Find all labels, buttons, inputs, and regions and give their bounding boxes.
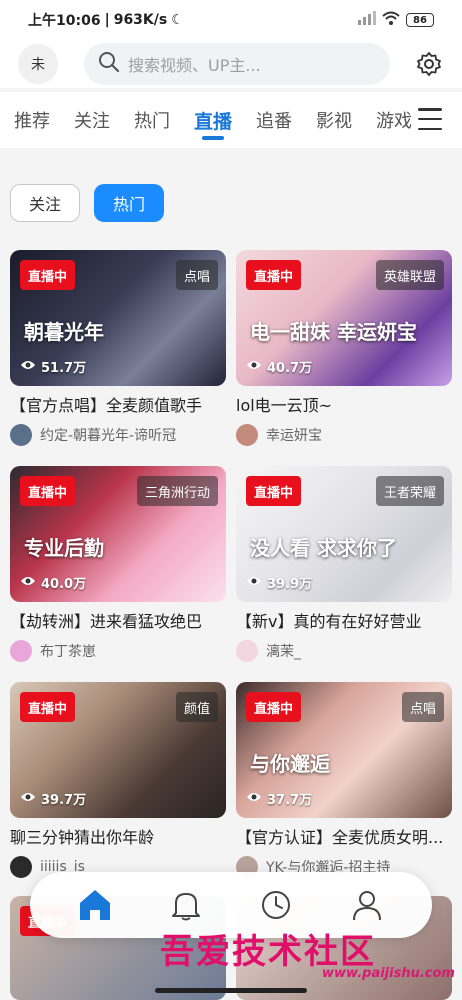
- tab-1[interactable]: 关注: [74, 92, 110, 148]
- eye-icon: [246, 575, 262, 591]
- gear-icon[interactable]: [414, 49, 444, 79]
- live-thumbnail[interactable]: 电一甜妹 幸运妍宝 直播中 英雄联盟 40.7万: [236, 250, 452, 386]
- live-card[interactable]: 与你邂逅 直播中 点唱 37.7万 【官方认证】全麦优质女明... YK-与你邂逅-招主持: [236, 682, 452, 878]
- live-thumbnail[interactable]: 直播中 颜值 39.7万: [10, 682, 226, 818]
- view-count-value: 39.7万: [41, 793, 87, 808]
- bell-icon[interactable]: [166, 885, 206, 925]
- user-icon[interactable]: [347, 885, 387, 925]
- card-title[interactable]: 聊三分钟猜出你年龄: [10, 826, 226, 850]
- status-bar: 上午10:06 | 963K/s ☾ 86: [0, 0, 462, 40]
- area-tag: 三角洲行动: [136, 476, 218, 506]
- thumbnail-overlay-text: 朝暮光年: [24, 320, 104, 344]
- live-badge: 直播中: [20, 476, 76, 506]
- uploader-avatar[interactable]: [10, 424, 32, 446]
- live-card[interactable]: 电一甜妹 幸运妍宝 直播中 英雄联盟 40.7万 lol电一云顶~ 幸运妍宝: [236, 250, 452, 446]
- home-indicator[interactable]: [155, 988, 307, 993]
- uploader-avatar[interactable]: [236, 424, 258, 446]
- uploader-avatar[interactable]: [10, 640, 32, 662]
- search-input[interactable]: 搜索视频、UP主...: [84, 43, 390, 85]
- live-badge: 直播中: [20, 260, 76, 290]
- status-right: 86: [358, 11, 434, 29]
- top-header: 未 搜索视频、UP主...: [0, 40, 462, 88]
- view-count-value: 39.9万: [267, 577, 313, 592]
- live-thumbnail[interactable]: 没人看 求求你了 直播中 王者荣耀 39.9万: [236, 466, 452, 602]
- view-count-value: 40.0万: [41, 577, 87, 592]
- live-thumbnail[interactable]: 朝暮光年 直播中 点唱 51.7万: [10, 250, 226, 386]
- uploader-name: 约定-朝暮光年-谛听冠: [40, 428, 177, 444]
- filter-follow-chip[interactable]: 关注: [10, 184, 80, 222]
- card-title[interactable]: 【官方点唱】全麦颜值歌手: [10, 394, 226, 418]
- card-title[interactable]: 【劫转洲】进来看猛攻绝巴: [10, 610, 226, 634]
- thumbnail-overlay-text: 没人看 求求你了: [250, 536, 397, 560]
- card-title[interactable]: 【官方认证】全麦优质女明...: [236, 826, 452, 850]
- uploader-name: 漓茉_: [266, 644, 301, 660]
- card-uploader[interactable]: 布丁茶崽: [10, 640, 226, 662]
- search-placeholder: 搜索视频、UP主...: [128, 56, 261, 75]
- tab-4[interactable]: 追番: [256, 92, 292, 148]
- signal-icon: [358, 11, 376, 29]
- network-speed: 963K/s: [113, 12, 168, 28]
- thumbnail-overlay-text: 与你邂逅: [250, 752, 330, 776]
- tab-0[interactable]: 推荐: [14, 92, 50, 148]
- uploader-avatar[interactable]: [10, 856, 32, 878]
- area-tag: 点唱: [175, 260, 218, 290]
- status-divider: |: [104, 12, 110, 28]
- live-badge: 直播中: [246, 692, 302, 722]
- live-badge: 直播中: [20, 692, 76, 722]
- view-count-value: 37.7万: [267, 793, 313, 808]
- status-time: 上午10:06: [28, 13, 101, 29]
- card-title[interactable]: lol电一云顶~: [236, 394, 452, 418]
- user-avatar[interactable]: 未: [18, 44, 58, 84]
- view-count: 39.7万: [20, 789, 86, 808]
- card-uploader[interactable]: 漓茉_: [236, 640, 452, 662]
- card-title[interactable]: 【新v】真的有在好好营业: [236, 610, 452, 634]
- card-uploader[interactable]: 幸运妍宝: [236, 424, 452, 446]
- tab-6[interactable]: 游戏: [376, 92, 412, 148]
- eye-icon: [20, 359, 36, 375]
- tab-2[interactable]: 热门: [134, 92, 170, 148]
- live-card[interactable]: 朝暮光年 直播中 点唱 51.7万【官方点唱】全麦颜值歌手约定-朝暮光年-谛听冠: [10, 250, 226, 446]
- uploader-name: 幸运妍宝: [266, 428, 322, 444]
- live-card[interactable]: 没人看 求求你了 直播中 王者荣耀 39.9万【新v】真的有在好好营业漓茉_: [236, 466, 452, 662]
- area-tag: 王者荣耀: [375, 476, 444, 506]
- tab-3[interactable]: 直播: [194, 92, 232, 148]
- moon-icon: ☾: [171, 12, 184, 28]
- tab-5[interactable]: 影视: [316, 92, 352, 148]
- area-tag: 英雄联盟: [375, 260, 444, 290]
- battery-indicator: 86: [406, 13, 434, 27]
- thumbnail-overlay-text: 电一甜妹 幸运妍宝: [250, 320, 417, 344]
- view-count-value: 51.7万: [41, 361, 87, 376]
- view-count: 37.7万: [246, 789, 312, 808]
- area-tag: 颜值: [175, 692, 218, 722]
- filter-hot-chip[interactable]: 热门: [94, 184, 164, 222]
- live-thumbnail[interactable]: 专业后勤 直播中 三角洲行动 40.0万: [10, 466, 226, 602]
- view-count: 39.9万: [246, 573, 312, 592]
- clock-icon[interactable]: [256, 885, 296, 925]
- live-thumbnail[interactable]: 与你邂逅 直播中 点唱 37.7万: [236, 682, 452, 818]
- view-count-value: 40.7万: [267, 361, 313, 376]
- search-icon: [98, 51, 120, 77]
- watermark-url: www.paijishu.com: [322, 966, 455, 981]
- view-count: 51.7万: [20, 357, 86, 376]
- thumbnail-overlay-text: 专业后勤: [24, 536, 104, 560]
- uploader-avatar[interactable]: [236, 640, 258, 662]
- menu-icon[interactable]: [418, 108, 442, 130]
- uploader-name: 布丁茶崽: [40, 644, 96, 660]
- eye-icon: [20, 791, 36, 807]
- live-badge: 直播中: [246, 260, 302, 290]
- live-badge: 直播中: [246, 476, 302, 506]
- view-count: 40.7万: [246, 357, 312, 376]
- status-left: 上午10:06 | 963K/s ☾: [28, 10, 184, 30]
- live-card[interactable]: 直播中 颜值 39.7万 聊三分钟猜出你年龄 iiiiis_is: [10, 682, 226, 878]
- card-uploader[interactable]: 约定-朝暮光年-谛听冠: [10, 424, 226, 446]
- eye-icon: [20, 575, 36, 591]
- home-icon[interactable]: [75, 885, 115, 925]
- eye-icon: [246, 359, 262, 375]
- wifi-icon: [382, 11, 400, 29]
- view-count: 40.0万: [20, 573, 86, 592]
- category-tabs: 推荐 关注 热门 直播 追番 影视 游戏: [0, 92, 462, 148]
- live-card[interactable]: 专业后勤 直播中 三角洲行动 40.0万【劫转洲】进来看猛攻绝巴布丁茶崽: [10, 466, 226, 662]
- eye-icon: [246, 791, 262, 807]
- area-tag: 点唱: [401, 692, 444, 722]
